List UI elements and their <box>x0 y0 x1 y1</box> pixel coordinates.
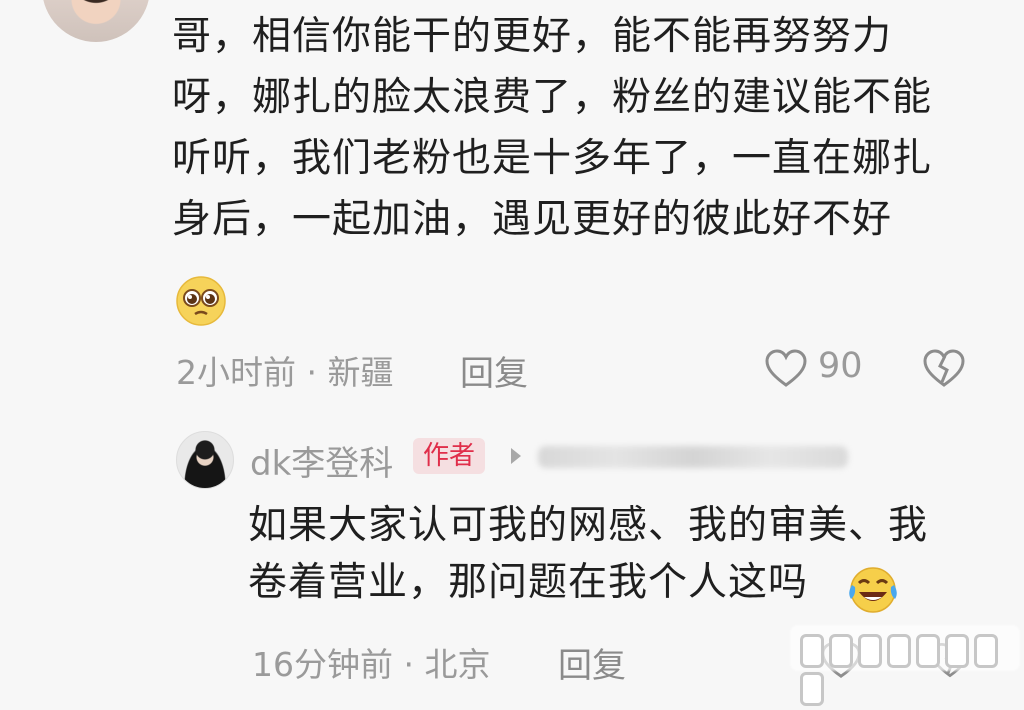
comment-timestamp-location: 2小时前 · 新疆 <box>176 353 394 392</box>
reply-timestamp-location: 16分钟前 · 北京 <box>252 645 491 684</box>
broken-heart-icon[interactable] <box>920 348 968 388</box>
author-badge: 作者 <box>413 438 486 474</box>
blurred-reply-target <box>538 446 848 468</box>
tears-of-joy-emoji-icon <box>849 567 897 613</box>
commenter-avatar[interactable] <box>42 0 150 42</box>
like-count: 90 <box>818 346 863 386</box>
author-avatar[interactable] <box>176 431 234 489</box>
heart-icon[interactable] <box>764 348 808 388</box>
reply-reply-button[interactable]: 回复 <box>558 638 626 687</box>
pleading-face-emoji-icon <box>176 276 226 326</box>
watermark-logo-icon <box>800 634 1024 710</box>
reply-button[interactable]: 回复 <box>460 346 528 395</box>
reply-to-arrow-icon <box>511 448 521 464</box>
reply-author-name[interactable]: dk李登科 <box>250 436 393 485</box>
comment-text: 哥，相信你能干的更好，能不能再努努力 呀，娜扎的脸太浪费了，粉丝的建议能不能 听… <box>172 14 933 242</box>
